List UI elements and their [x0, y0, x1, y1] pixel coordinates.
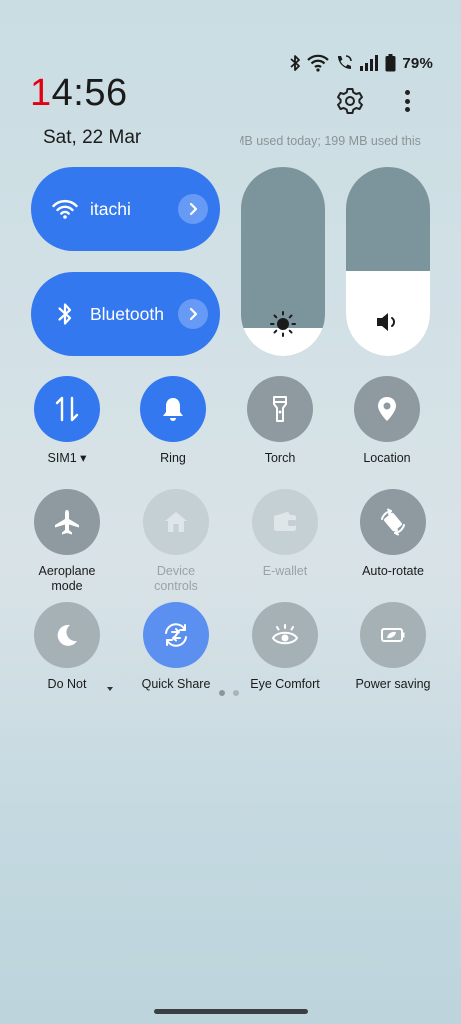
- wallet-icon[interactable]: [252, 489, 318, 555]
- tile-e-wallet[interactable]: E-wallet: [230, 489, 340, 579]
- volume-slider[interactable]: [346, 167, 430, 356]
- bluetooth-icon: [51, 300, 79, 328]
- clock-time-rest: 4:56: [51, 72, 128, 114]
- wifi-network-name: itachi: [90, 198, 131, 219]
- clock[interactable]: 14:56: [30, 74, 128, 112]
- bluetooth-expand-chevron-icon[interactable]: [178, 299, 208, 329]
- signal-icon: [360, 55, 379, 71]
- date-label[interactable]: Sat, 22 Mar: [43, 127, 141, 149]
- data-usage-text: MB used today; 199 MB used this: [240, 134, 421, 148]
- eye-icon[interactable]: [252, 602, 318, 668]
- wifi-calling-icon: [338, 55, 353, 69]
- tile-label: Torch: [264, 451, 296, 465]
- data-transfer-icon[interactable]: [34, 376, 100, 442]
- tile-label: Device controls: [154, 564, 198, 593]
- battery-leaf-icon[interactable]: [360, 602, 426, 668]
- tile-auto-rotate[interactable]: Auto-rotate: [338, 489, 448, 579]
- home-gesture-bar[interactable]: [154, 1009, 308, 1014]
- page-dot-active: [219, 690, 225, 696]
- tile-label: SIM1 ▾: [47, 451, 87, 465]
- tile-location[interactable]: Location: [332, 376, 442, 466]
- bluetooth-label: Bluetooth: [90, 303, 164, 324]
- tile-quick-share[interactable]: Quick Share: [121, 602, 231, 692]
- tile-ring[interactable]: Ring: [118, 376, 228, 466]
- tile-label: E-wallet: [262, 564, 308, 578]
- wifi-status-icon: [307, 54, 330, 72]
- tile-power-saving[interactable]: Power saving: [338, 602, 448, 692]
- tile-label: Ring: [160, 451, 186, 465]
- brightness-icon: [241, 310, 325, 338]
- status-bar: 79%: [289, 52, 433, 74]
- tile-torch[interactable]: Torch: [225, 376, 335, 466]
- tile-eye-comfort[interactable]: Eye Comfort: [230, 602, 340, 692]
- moon-icon[interactable]: [34, 602, 100, 668]
- quick-share-icon[interactable]: [143, 602, 209, 668]
- tile-device-controls[interactable]: Device controls: [121, 489, 231, 594]
- bell-icon[interactable]: [140, 376, 206, 442]
- volume-icon: [346, 310, 430, 334]
- settings-gear-icon[interactable]: [334, 85, 366, 117]
- more-options-icon[interactable]: [392, 85, 422, 117]
- wifi-icon: [51, 195, 79, 223]
- wifi-toggle[interactable]: itachi: [31, 167, 220, 251]
- home-icon[interactable]: [143, 489, 209, 555]
- tile-label: Do Not: [47, 677, 87, 691]
- tile-aeroplane-mode[interactable]: Aeroplane mode: [12, 489, 122, 594]
- tile-label: Auto-rotate: [362, 564, 424, 578]
- tile-label: Quick Share: [141, 677, 211, 691]
- tile-label: Aeroplane mode: [38, 564, 96, 593]
- tile-mobile-data[interactable]: SIM1 ▾: [12, 376, 122, 466]
- page-dot: [233, 690, 239, 696]
- airplane-icon[interactable]: [34, 489, 100, 555]
- bluetooth-toggle[interactable]: Bluetooth: [31, 272, 220, 356]
- flashlight-icon[interactable]: [247, 376, 313, 442]
- clock-hour-digit: 1: [30, 72, 52, 114]
- tile-label: Eye Comfort: [250, 677, 320, 691]
- page-indicator: [219, 690, 239, 696]
- tile-label: Location: [363, 451, 411, 465]
- auto-rotate-icon[interactable]: [360, 489, 426, 555]
- location-pin-icon[interactable]: [354, 376, 420, 442]
- battery-percentage: 79%: [402, 54, 433, 72]
- bluetooth-status-icon: [290, 55, 301, 71]
- battery-icon: [385, 54, 396, 72]
- tile-label: Power saving: [355, 677, 431, 691]
- brightness-slider[interactable]: [241, 167, 325, 356]
- wifi-expand-chevron-icon[interactable]: [178, 194, 208, 224]
- dnd-dropdown-chevron-icon[interactable]: [106, 686, 114, 692]
- tile-do-not-disturb[interactable]: Do Not: [12, 602, 122, 692]
